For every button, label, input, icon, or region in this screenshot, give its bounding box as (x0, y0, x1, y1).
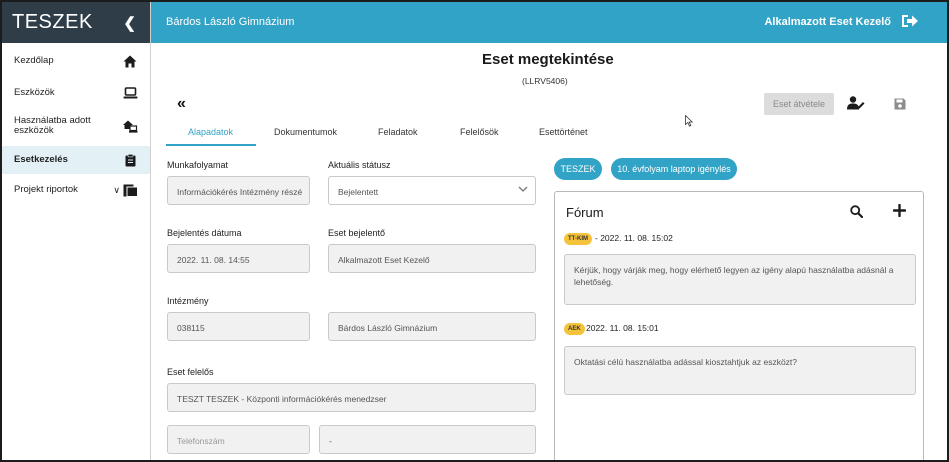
tab-dokumentumok[interactable]: Dokumentumok (274, 127, 337, 137)
tab-felelosok[interactable]: Felelősök (460, 127, 499, 137)
chevron-down-icon (518, 185, 528, 195)
forum-title: Fórum (566, 205, 604, 220)
active-tab-indicator (166, 144, 256, 146)
chevron-down-icon[interactable]: ∨ (113, 185, 120, 196)
reporter-field: Alkalmazott Eset Kezelő (328, 244, 536, 273)
forum-panel: Fórum TT-KIM - 2022. 11. 08. 15:02 Kérjü… (554, 191, 924, 460)
author-badge: AEK (564, 323, 585, 335)
sidebar-item-projekt-riportok[interactable]: Projekt riportok ∨ (2, 174, 150, 206)
reporter-label: Eset bejelentő (328, 228, 386, 238)
back-double-chevron-icon[interactable]: « (177, 95, 186, 113)
phone-field: Telefonszám (167, 425, 310, 454)
tab-alapadatok[interactable]: Alapadatok (188, 127, 233, 137)
tag-chip-teszek[interactable]: TESZEK (554, 158, 602, 180)
tab-bar: Alapadatok Dokumentumok Feladatok Felelő… (166, 122, 588, 146)
add-icon[interactable] (892, 203, 907, 222)
phone-extra-field: - (319, 425, 536, 454)
institution-name-field: Bárdos László Gimnázium (328, 312, 536, 341)
institution-code-field: 038115 (167, 312, 310, 341)
sidebar: TESZEK ❮ Kezdőlap Eszközök Használatba a… (2, 2, 151, 460)
chevron-left-icon[interactable]: ❮ (123, 14, 136, 32)
user-name[interactable]: Alkalmazott Eset Kezelő (764, 16, 891, 28)
save-icon[interactable] (894, 97, 906, 115)
owner-label: Eset felelős (167, 367, 214, 377)
sidebar-header: TESZEK ❮ (2, 2, 150, 43)
sidebar-item-label: Esetkezelés (14, 154, 68, 165)
sidebar-item-label: Kezdőlap (14, 55, 54, 66)
owner-field: TESZT TESZEK - Központi információkérés … (167, 383, 536, 412)
workflow-label: Munkafolyamat (167, 160, 229, 170)
logout-icon[interactable] (901, 13, 919, 34)
sidebar-item-esetkezeles[interactable]: Esetkezelés (2, 146, 150, 174)
top-bar: Bárdos László Gimnázium Alkalmazott Eset… (151, 2, 947, 43)
status-select[interactable]: Bejelentett (328, 176, 536, 205)
sidebar-item-label: Eszközök (14, 86, 55, 98)
tab-feladatok[interactable]: Feladatok (378, 127, 418, 137)
case-id: (LLRV5406) (522, 76, 568, 86)
status-value: Bejelentett (338, 187, 379, 197)
tag-chip-project[interactable]: 10. évfolyam laptop igénylés (611, 158, 737, 180)
sidebar-item-kezdolap[interactable]: Kezdőlap (2, 43, 150, 79)
home-icon (122, 54, 138, 68)
laptop-icon (122, 86, 138, 100)
status-label: Aktuális státusz (328, 160, 391, 170)
home-laptop-icon (122, 119, 138, 133)
app-window: TESZEK ❮ Kezdőlap Eszközök Használatba a… (0, 0, 949, 462)
sidebar-item-hasznalatba-adott[interactable]: Használatba adott eszközök (2, 106, 150, 146)
mouse-cursor-icon (685, 114, 694, 132)
message-date: - 2022. 11. 08. 15:02 (595, 233, 673, 243)
author-badge: TT-KIM (564, 233, 592, 245)
app-logo: TESZEK (12, 11, 93, 33)
sidebar-item-label: Használatba adott eszközök (14, 115, 91, 136)
institution-label: Intézmény (167, 296, 209, 306)
take-case-button[interactable]: Eset átvétele (764, 93, 834, 115)
report-icon (122, 183, 138, 197)
forum-message: Oktatási célú használatba adással kioszt… (564, 346, 916, 395)
school-name: Bárdos László Gimnázium (166, 16, 295, 28)
message-date: 2022. 11. 08. 15:01 (586, 323, 659, 333)
sidebar-item-label: Projekt riportok (14, 184, 78, 195)
report-date-label: Bejelentés dátuma (167, 228, 242, 238)
search-icon[interactable] (850, 205, 864, 223)
page-title: Eset megtekintése (482, 51, 614, 68)
report-date-field: 2022. 11. 08. 14:55 (167, 244, 310, 273)
sidebar-item-eszkozok[interactable]: Eszközök (2, 79, 150, 106)
tab-esettortenet[interactable]: Esettörténet (539, 127, 588, 137)
forum-message: Kérjük, hogy várják meg, hogy elérhető l… (564, 254, 916, 305)
workflow-field: Információkérés Intézmény részé (167, 176, 310, 205)
clipboard-icon (122, 153, 138, 167)
assign-user-icon[interactable] (847, 96, 865, 115)
